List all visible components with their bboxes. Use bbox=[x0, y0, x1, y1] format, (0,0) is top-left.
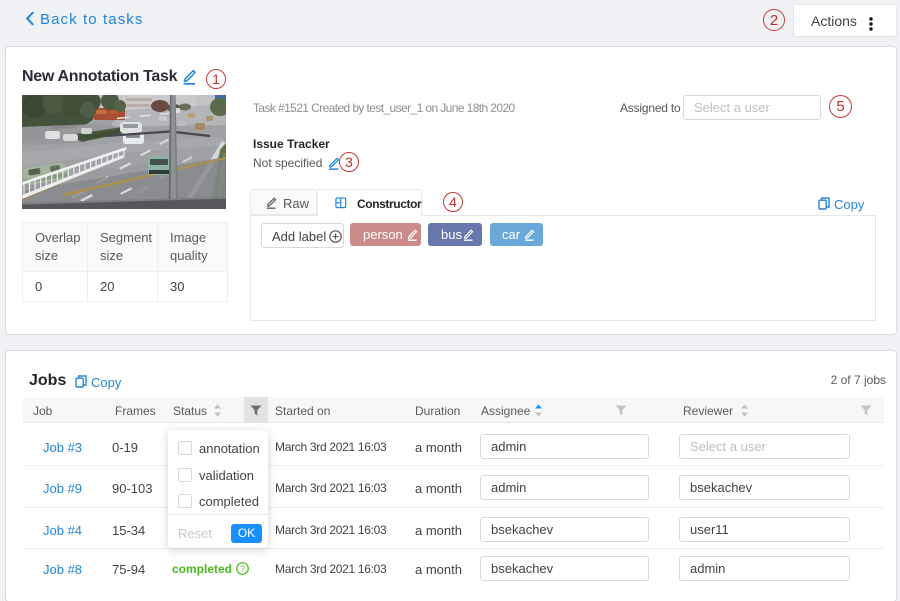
svg-text:?: ? bbox=[240, 563, 245, 573]
